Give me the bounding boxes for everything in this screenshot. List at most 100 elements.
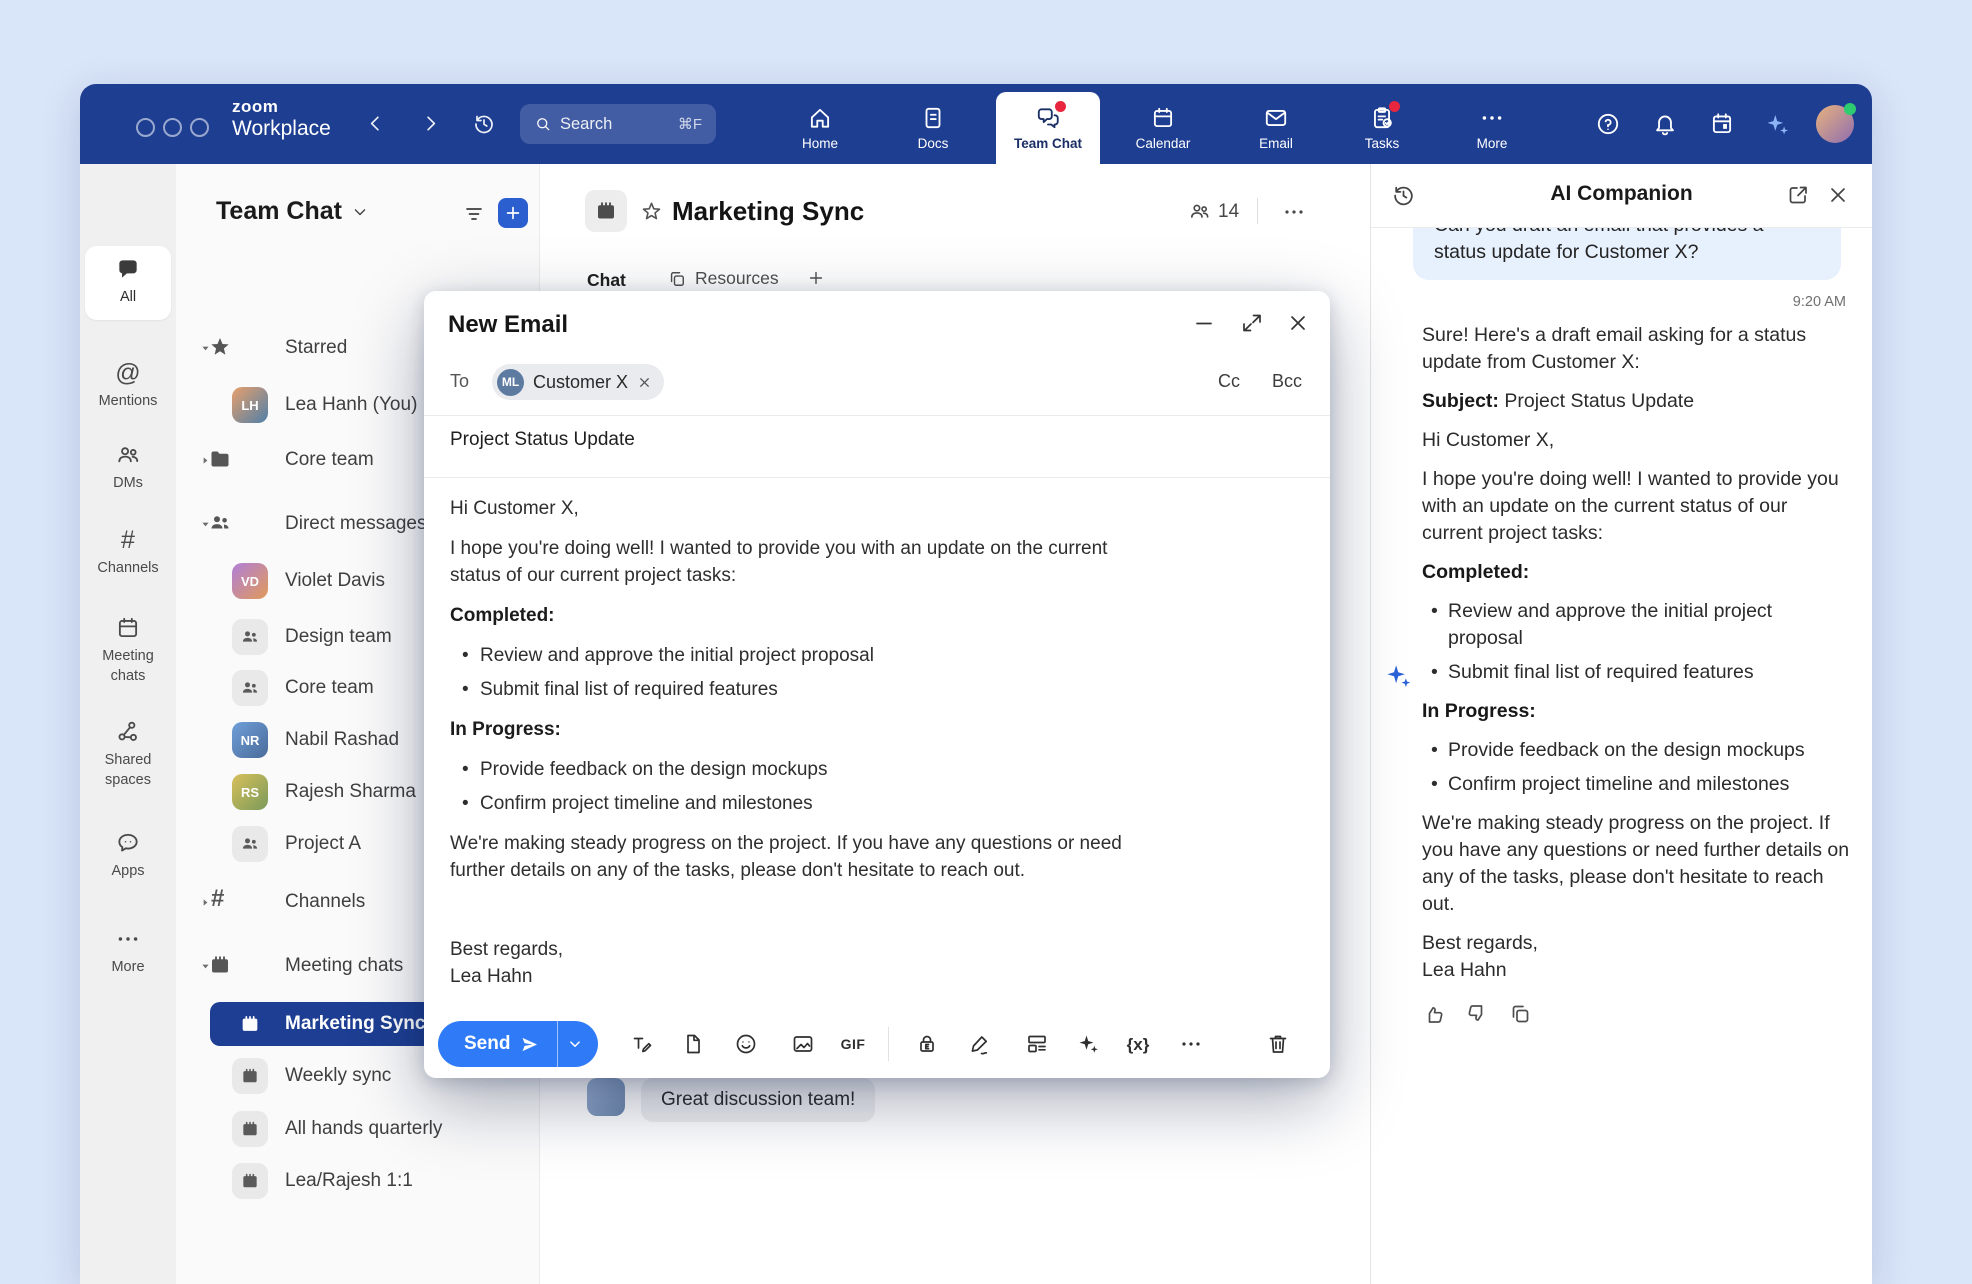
to-label: To: [450, 371, 469, 392]
subject-label: Subject:: [1422, 390, 1499, 412]
nav-calendar[interactable]: Calendar: [1111, 92, 1215, 164]
thumbs-down-icon[interactable]: [1465, 1002, 1489, 1026]
calendar-icon: [232, 1111, 268, 1147]
rail-item-mentions[interactable]: @ Mentions: [80, 360, 176, 412]
filter-icon[interactable]: [462, 202, 486, 226]
schedule-icon[interactable]: [1709, 111, 1735, 137]
send-plane-icon: [520, 1035, 539, 1054]
add-tab-button[interactable]: [806, 268, 826, 288]
chevron-down-icon: [350, 202, 370, 222]
window-minimize-button[interactable]: [163, 118, 182, 137]
in-progress-heading: In Progress:: [450, 716, 1130, 743]
send-options-button[interactable]: [557, 1021, 598, 1067]
tab-chat[interactable]: Chat: [587, 270, 626, 291]
new-chat-button[interactable]: [498, 198, 528, 228]
search-input[interactable]: Search ⌘F: [520, 104, 716, 144]
ai-intro: Sure! Here's a draft email asking for a …: [1422, 322, 1852, 376]
calendar-icon: [115, 615, 141, 641]
rail-item-meeting-chats[interactable]: Meeting chats: [80, 615, 176, 686]
rail-item-channels[interactable]: # Channels: [80, 527, 176, 579]
team-chat-title-dropdown[interactable]: Team Chat: [216, 197, 370, 226]
chat-more-options-icon[interactable]: [1282, 200, 1306, 224]
docs-icon: [920, 105, 946, 131]
template-layout-icon[interactable]: [1025, 1032, 1049, 1056]
ai-companion-icon[interactable]: [1764, 111, 1791, 138]
nav-docs[interactable]: Docs: [881, 92, 985, 164]
home-icon: [807, 105, 833, 131]
minimize-icon[interactable]: [1192, 311, 1216, 335]
tab-resources[interactable]: Resources: [667, 268, 779, 289]
ai-sparkle-icon[interactable]: [1076, 1032, 1100, 1056]
send-button[interactable]: Send: [438, 1021, 557, 1067]
history-icon[interactable]: [472, 112, 496, 136]
back-button[interactable]: [364, 112, 387, 135]
encrypt-lock-icon[interactable]: [915, 1032, 939, 1056]
signature-pen-icon[interactable]: [968, 1032, 992, 1056]
close-icon[interactable]: [1826, 183, 1850, 207]
ai-signoff: Best regards,: [1422, 930, 1852, 957]
to-field[interactable]: To ML Customer X Cc Bcc: [424, 361, 1330, 403]
bcc-button[interactable]: Bcc: [1272, 371, 1302, 392]
in-progress-item: Provide feedback on the design mockups: [450, 756, 1130, 783]
nav-home[interactable]: Home: [768, 92, 872, 164]
window-zoom-button[interactable]: [190, 118, 209, 137]
people-icon: [1188, 200, 1211, 223]
nav-team-chat[interactable]: Team Chat: [996, 92, 1100, 164]
notifications-bell-icon[interactable]: [1652, 111, 1678, 137]
close-icon[interactable]: [1286, 311, 1310, 335]
copy-icon[interactable]: [1508, 1002, 1532, 1026]
rail-item-dms[interactable]: DMs: [80, 442, 176, 494]
subject-field[interactable]: Project Status Update: [450, 429, 635, 451]
rail-item-apps[interactable]: Apps: [80, 830, 176, 882]
forward-button[interactable]: [419, 112, 442, 135]
notification-badge: [1055, 101, 1066, 112]
modal-title: New Email: [448, 311, 568, 339]
text-format-icon[interactable]: [630, 1032, 654, 1056]
rail-item-all[interactable]: All: [85, 246, 171, 320]
thumbs-up-icon[interactable]: [1422, 1002, 1446, 1026]
open-in-new-icon[interactable]: [1786, 183, 1810, 207]
search-placeholder: Search: [560, 115, 670, 134]
list-item-all-hands-quarterly[interactable]: All hands quarterly: [176, 1109, 539, 1149]
emoji-icon[interactable]: [734, 1032, 758, 1056]
calendar-icon: [232, 1058, 268, 1094]
expand-icon[interactable]: [1240, 311, 1264, 335]
insert-image-icon[interactable]: [791, 1032, 815, 1056]
rail-item-more[interactable]: More: [80, 926, 176, 978]
avatar: LH: [232, 387, 268, 423]
in-progress-item: Confirm project timeline and milestones: [1422, 771, 1852, 798]
rail-item-shared-spaces[interactable]: Shared spaces: [80, 719, 176, 790]
people-icon: [208, 511, 232, 535]
delete-draft-icon[interactable]: [1266, 1032, 1290, 1056]
attach-file-icon[interactable]: [681, 1032, 705, 1056]
email-icon: [1263, 105, 1289, 131]
nav-email[interactable]: Email: [1224, 92, 1328, 164]
at-icon: @: [115, 360, 140, 386]
more-tools-icon[interactable]: [1179, 1032, 1203, 1056]
nav-more[interactable]: More: [1440, 92, 1544, 164]
cc-button[interactable]: Cc: [1218, 371, 1240, 392]
avatar: [587, 1078, 625, 1116]
nav-tasks[interactable]: Tasks: [1330, 92, 1434, 164]
more-icon: [115, 926, 141, 952]
recipient-chip[interactable]: ML Customer X: [492, 364, 664, 400]
star-outline-icon[interactable]: [640, 200, 663, 223]
ai-signature: Lea Hahn: [1422, 957, 1852, 984]
list-item-lea-rajesh-1-1[interactable]: Lea/Rajesh 1:1: [176, 1161, 539, 1201]
top-bar: zoom Workplace Search ⌘F Home Docs Team …: [80, 84, 1872, 164]
help-icon[interactable]: [1595, 111, 1621, 137]
group-icon: [232, 619, 268, 655]
logo-zoom-text: zoom: [232, 98, 331, 117]
ai-panel-header: AI Companion: [1371, 164, 1872, 228]
remove-recipient-icon[interactable]: [637, 375, 652, 390]
ai-response: Sure! Here's a draft email asking for a …: [1371, 322, 1872, 1026]
user-avatar[interactable]: [1816, 105, 1854, 143]
gif-icon[interactable]: GIF: [841, 1036, 866, 1052]
variables-icon[interactable]: {x}: [1127, 1035, 1150, 1055]
window-close-button[interactable]: [136, 118, 155, 137]
completed-item: Review and approve the initial project p…: [450, 642, 1130, 669]
email-body[interactable]: Hi Customer X, I hope you're doing well!…: [450, 495, 1130, 1003]
completed-heading: Completed:: [450, 602, 1130, 629]
calendar-icon: [208, 953, 232, 977]
member-count[interactable]: 14: [1188, 200, 1239, 223]
